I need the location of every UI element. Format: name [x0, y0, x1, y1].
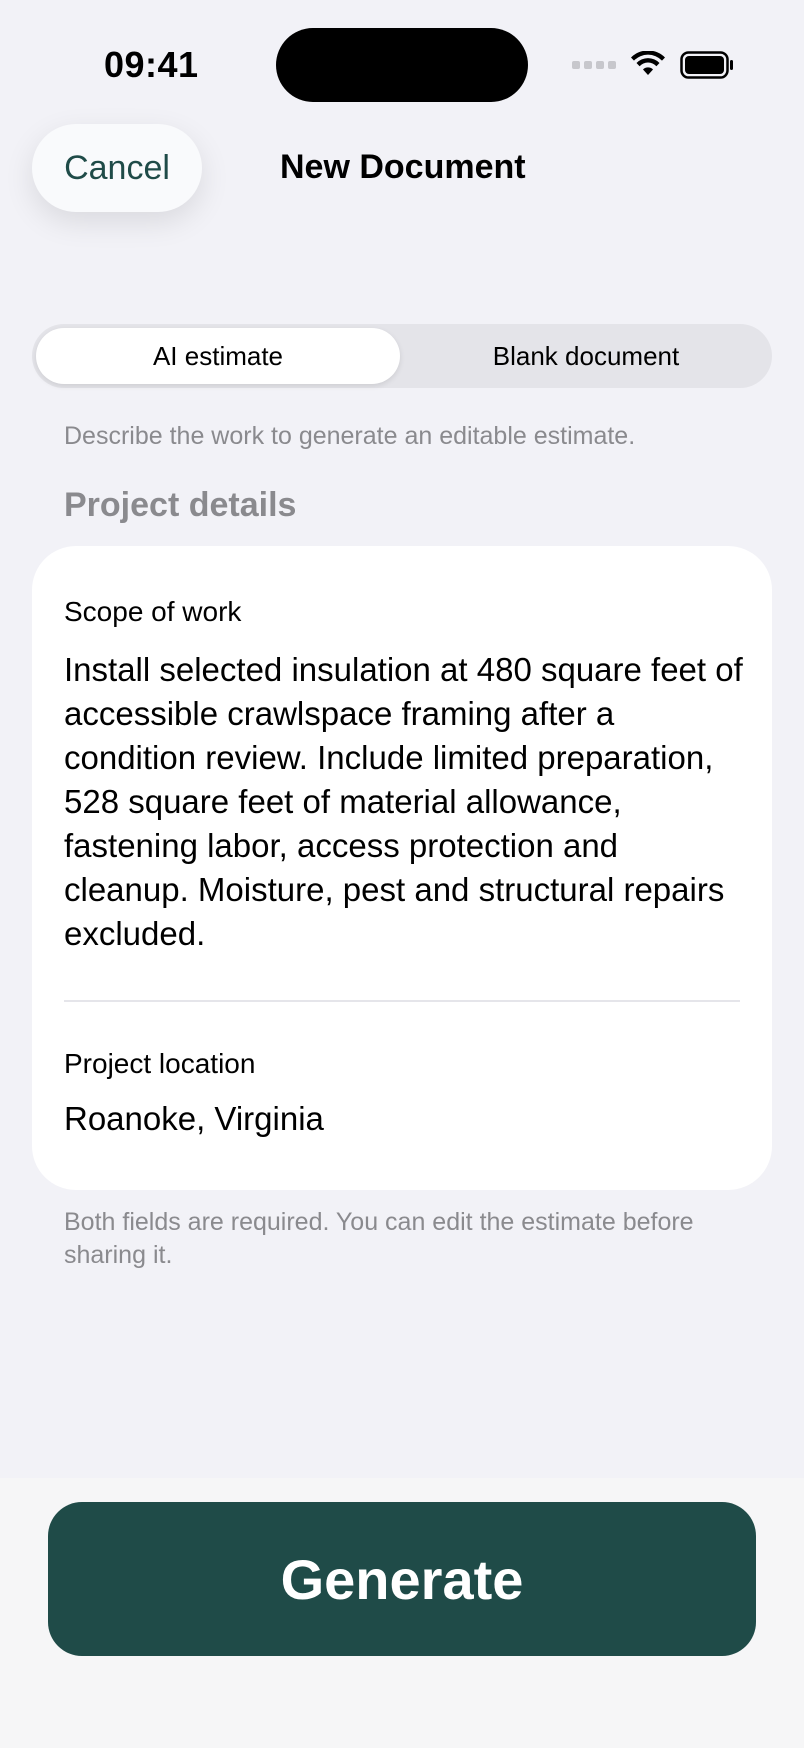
project-details-card: Scope of work Install selected insulatio…	[32, 546, 772, 1190]
dynamic-island	[276, 28, 528, 102]
project-location-label: Project location	[64, 1048, 256, 1079]
field-divider	[64, 1000, 740, 1002]
scope-of-work-label: Scope of work	[64, 596, 242, 627]
battery-icon	[680, 51, 733, 79]
page-title: New Document	[280, 148, 526, 186]
section-header-project-details: Project details	[64, 486, 297, 524]
segment-blank-document[interactable]: Blank document	[404, 328, 768, 384]
cancel-button[interactable]: Cancel	[32, 124, 202, 212]
cellular-signal-icon	[572, 50, 616, 80]
project-location-field[interactable]: Roanoke, Virginia	[64, 1100, 324, 1138]
status-time: 09:41	[104, 44, 199, 85]
status-icons	[572, 50, 734, 80]
generate-button[interactable]: Generate	[48, 1502, 756, 1656]
segment-ai-estimate[interactable]: AI estimate	[36, 328, 400, 384]
helper-text: Describe the work to generate an editabl…	[64, 422, 636, 450]
requirements-note: Both fields are required. You can edit t…	[64, 1208, 694, 1269]
document-type-segmented-control: AI estimate Blank document	[32, 324, 772, 388]
scope-of-work-field[interactable]: Install selected insulation at 480 squar…	[64, 648, 744, 956]
wifi-icon	[631, 51, 665, 75]
